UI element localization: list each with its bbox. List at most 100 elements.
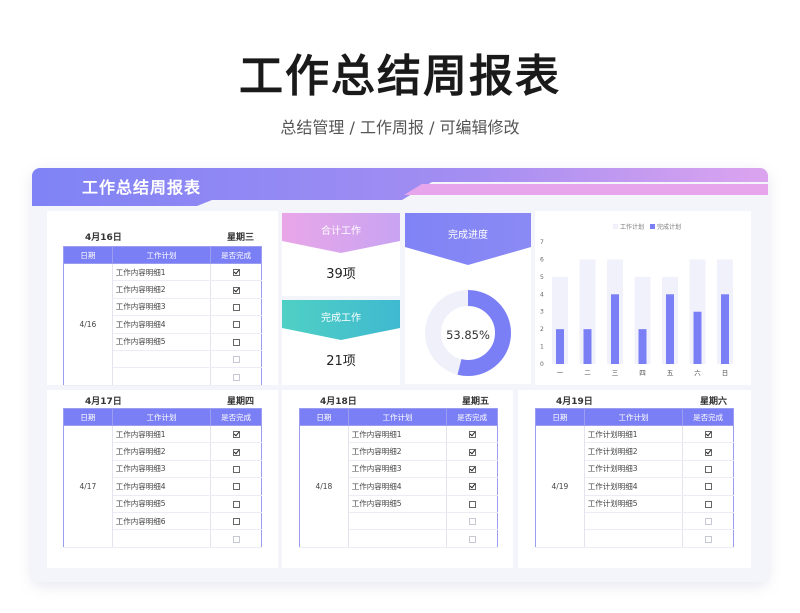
- task-cell[interactable]: 工作内容明细5: [112, 333, 212, 351]
- checkbox-icon[interactable]: [232, 321, 240, 329]
- x-tick-label: 日: [722, 369, 729, 377]
- task-cell[interactable]: [112, 529, 212, 548]
- day-date-label: 4月19日: [556, 397, 593, 407]
- day-table: 日期 工作计划 是否完成 4/18 工作内容明细1 工作内容明细2 工作内容明细3 工作内容明…: [299, 408, 498, 548]
- checkbox-icon[interactable]: [704, 448, 712, 456]
- done-cell: [210, 460, 262, 479]
- day-date-label: 4月16日: [85, 233, 122, 243]
- checkbox-icon[interactable]: [232, 286, 240, 294]
- checkbox-icon[interactable]: [468, 483, 476, 491]
- done-cell: [446, 495, 498, 513]
- banner: 工作总结周报表: [32, 168, 768, 206]
- done-cell: [210, 350, 262, 369]
- checkbox-icon[interactable]: [232, 373, 240, 381]
- checkbox-icon[interactable]: [704, 518, 712, 526]
- y-tick-label: 7: [540, 239, 544, 246]
- task-cell[interactable]: 工作计划明细2: [584, 442, 684, 461]
- done-cell: [210, 425, 262, 444]
- task-cell[interactable]: 工作内容明细1: [112, 425, 212, 444]
- done-cell: [210, 477, 262, 496]
- table-header-row: 日期 工作计划 是否完成: [535, 408, 734, 426]
- checkbox-icon[interactable]: [468, 518, 476, 526]
- task-cell[interactable]: 工作计划明细1: [584, 425, 684, 444]
- checkbox-icon[interactable]: [468, 448, 476, 456]
- chart-svg: 工作计划 完成计划 0 1 2 3 4 5 6 7 一 二 三 四 五 六 日: [540, 223, 733, 377]
- task-cell[interactable]: [348, 529, 448, 548]
- done-work-value: 21项: [326, 354, 356, 369]
- checkbox-icon[interactable]: [232, 356, 240, 364]
- checkbox-icon[interactable]: [232, 518, 240, 526]
- checkbox-icon[interactable]: [232, 448, 240, 456]
- task-cell[interactable]: 工作内容明细4: [348, 477, 448, 496]
- bar-done: [693, 311, 702, 364]
- day-table: 日期 工作计划 是否完成 4/19 工作计划明细1 工作计划明细2 工作计划明细3 工作计划明…: [535, 408, 734, 548]
- checkbox-icon[interactable]: [468, 500, 476, 508]
- bar-done: [721, 294, 729, 364]
- task-cell[interactable]: 工作内容明细1: [112, 263, 212, 282]
- done-cell: [446, 425, 498, 444]
- table-header-row: 日期 工作计划 是否完成: [63, 408, 262, 426]
- total-work-label: 合计工作: [321, 226, 361, 237]
- checkbox-icon[interactable]: [468, 465, 476, 473]
- task-cell[interactable]: 工作内容明细4: [112, 477, 212, 496]
- table-row: 4/19 工作计划明细1: [535, 425, 734, 548]
- x-tick-label: 五: [667, 369, 674, 377]
- done-work-card: 完成工作 21项: [282, 300, 400, 385]
- task-cell[interactable]: 工作内容明细3: [112, 460, 212, 479]
- column-header-plan: 工作计划: [111, 408, 212, 426]
- done-cell: [682, 477, 734, 496]
- task-cell[interactable]: 工作内容明细3: [112, 298, 212, 317]
- checkbox-icon[interactable]: [232, 500, 240, 508]
- checkbox-icon[interactable]: [704, 535, 712, 543]
- task-cell[interactable]: 工作内容明细3: [348, 460, 448, 479]
- done-cell: [210, 442, 262, 461]
- date-cell: 4/18: [299, 425, 349, 548]
- task-cell[interactable]: [348, 512, 448, 531]
- column-header-date: 日期: [535, 408, 585, 426]
- checkbox-icon[interactable]: [704, 465, 712, 473]
- x-tick-label: 四: [639, 369, 646, 377]
- checkbox-icon[interactable]: [232, 483, 240, 491]
- task-cell[interactable]: 工作内容明细5: [348, 495, 448, 513]
- checkbox-icon[interactable]: [232, 431, 240, 439]
- day-date-label: 4月18日: [320, 397, 357, 407]
- checkbox-icon[interactable]: [232, 465, 240, 473]
- task-cell[interactable]: 工作内容明细4: [112, 315, 212, 334]
- bar-done: [611, 294, 619, 364]
- task-cell[interactable]: [112, 350, 212, 369]
- done-cell: [682, 529, 734, 548]
- task-cell[interactable]: 工作内容明细2: [348, 442, 448, 461]
- done-cell: [682, 442, 734, 461]
- task-cell[interactable]: 工作内容明细2: [112, 280, 212, 299]
- task-cell[interactable]: [112, 367, 212, 386]
- checkbox-icon[interactable]: [232, 269, 240, 277]
- progress-card: 完成进度 53.85%: [405, 213, 531, 384]
- date-cell: 4/16: [63, 263, 113, 386]
- y-tick-label: 5: [540, 274, 544, 281]
- legend-label: 工作计划: [620, 223, 644, 231]
- task-cell[interactable]: 工作内容明细6: [112, 512, 212, 531]
- checkbox-icon[interactable]: [232, 535, 240, 543]
- task-cell[interactable]: 工作内容明细2: [112, 442, 212, 461]
- task-cell[interactable]: 工作内容明细5: [112, 495, 212, 513]
- task-cell[interactable]: [584, 512, 684, 531]
- weekly-bar-chart: 工作计划 完成计划 0 1 2 3 4 5 6 7 一 二 三 四 五 六 日: [535, 211, 751, 385]
- task-cell[interactable]: 工作计划明细4: [584, 477, 684, 496]
- checkbox-icon[interactable]: [704, 431, 712, 439]
- column-header-done: 是否完成: [210, 408, 262, 426]
- task-cell[interactable]: [584, 529, 684, 548]
- page-title: 工作总结周报表: [239, 51, 561, 102]
- task-cell[interactable]: 工作内容明细1: [348, 425, 448, 444]
- task-cell[interactable]: 工作计划明细5: [584, 495, 684, 513]
- day-weekday-label: 星期六: [699, 397, 727, 407]
- checkbox-icon[interactable]: [232, 338, 240, 346]
- checkbox-icon[interactable]: [468, 431, 476, 439]
- checkbox-icon[interactable]: [232, 303, 240, 311]
- day-weekday-label: 星期三: [226, 233, 254, 243]
- done-cell: [446, 460, 498, 479]
- checkbox-icon[interactable]: [704, 500, 712, 508]
- checkbox-icon[interactable]: [704, 483, 712, 491]
- task-cell[interactable]: 工作计划明细3: [584, 460, 684, 479]
- legend-swatch: [613, 224, 618, 229]
- checkbox-icon[interactable]: [468, 535, 476, 543]
